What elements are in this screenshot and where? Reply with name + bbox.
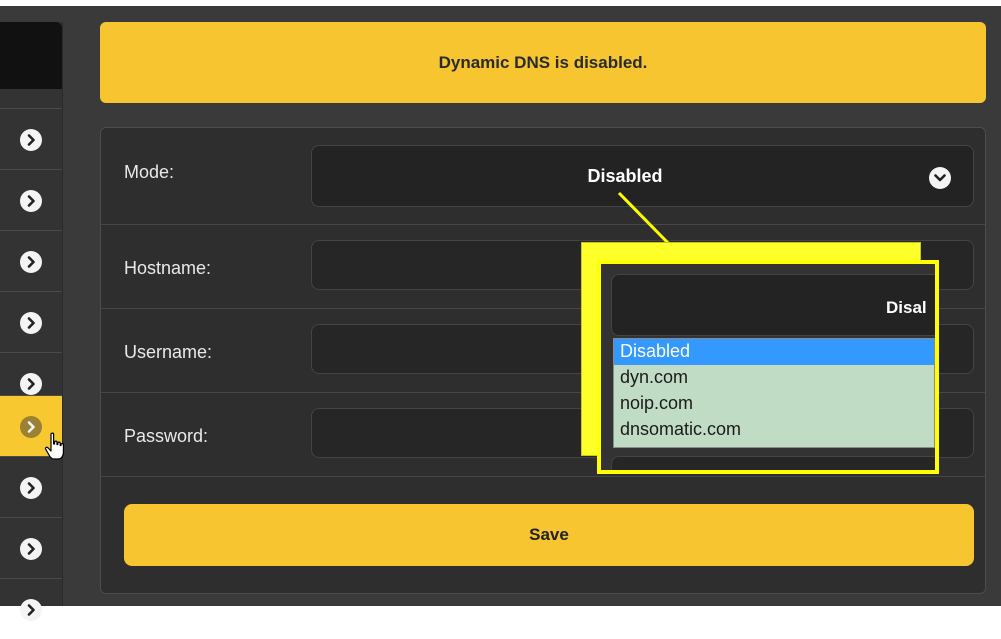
mode-selected-value: Disabled [587, 166, 663, 186]
status-banner-text: Dynamic DNS is disabled. [438, 52, 648, 72]
mode-options-list: Disabled dyn.com noip.com dnsomatic.com [613, 338, 935, 448]
sidebar [0, 22, 63, 621]
mode-dropdown-zoom-callout: Disal Disabled dyn.com noip.com dnsomati… [597, 260, 939, 474]
zoomed-mode-select: Disal [611, 274, 935, 336]
chevron-right-icon [20, 599, 42, 621]
save-button-label: Save [529, 525, 569, 544]
sidebar-item-9[interactable] [0, 578, 62, 639]
hand-pointer-cursor-icon [44, 432, 64, 460]
sidebar-item-3[interactable] [0, 230, 62, 291]
sidebar-item-1[interactable] [0, 108, 62, 169]
callout-content: Disal Disabled dyn.com noip.com dnsomati… [601, 264, 935, 470]
sidebar-item-7[interactable] [0, 456, 62, 517]
status-banner: Dynamic DNS is disabled. [100, 22, 986, 103]
chevron-right-icon [20, 477, 42, 499]
mode-option-disabled[interactable]: Disabled [614, 339, 934, 365]
chevron-right-icon [20, 129, 42, 151]
sidebar-item-2[interactable] [0, 169, 62, 230]
chevron-right-icon [20, 312, 42, 334]
chevron-right-icon [20, 416, 42, 438]
mode-select[interactable]: Disabled [311, 145, 974, 207]
sidebar-item-4[interactable] [0, 291, 62, 352]
row-divider [101, 476, 985, 477]
hostname-label: Hostname: [124, 258, 212, 278]
chevron-right-icon [20, 190, 42, 212]
mode-option-noip[interactable]: noip.com [614, 391, 934, 417]
chevron-right-icon [20, 373, 42, 395]
mode-option-dyn[interactable]: dyn.com [614, 365, 934, 391]
zoomed-field [611, 456, 935, 470]
zoomed-mode-value: Disal [886, 298, 927, 317]
mode-option-dnsomatic[interactable]: dnsomatic.com [614, 417, 934, 443]
password-label: Password: [124, 426, 209, 446]
chevron-down-icon [929, 167, 951, 189]
chevron-right-icon [20, 251, 42, 273]
save-button[interactable]: Save [124, 504, 974, 566]
chevron-right-icon [20, 538, 42, 560]
sidebar-header [0, 22, 62, 89]
row-divider [101, 224, 985, 225]
username-label: Username: [124, 342, 213, 362]
mode-label: Mode: [124, 162, 175, 182]
sidebar-item-8[interactable] [0, 517, 62, 578]
